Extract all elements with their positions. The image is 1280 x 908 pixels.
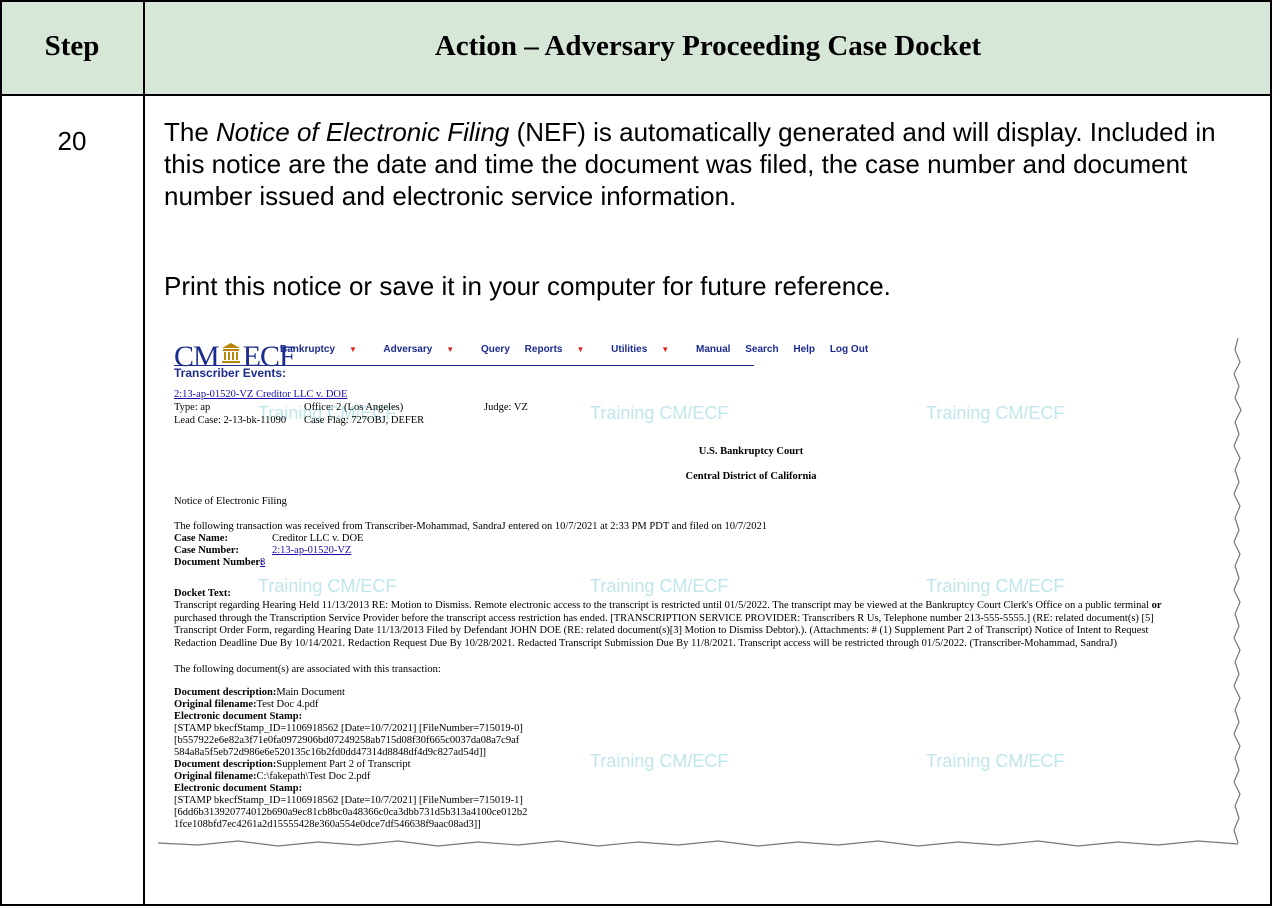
watermark: Training CM/ECF xyxy=(926,751,1065,771)
docket-text-label: Docket Text: xyxy=(174,588,231,599)
watermark: Training CM/ECF xyxy=(926,403,1065,423)
menu-bankruptcy[interactable]: Bankruptcy ▼ xyxy=(280,344,369,355)
watermark: Training CM/ECF xyxy=(590,576,729,596)
nef-italic-term: Notice of Electronic Filing xyxy=(216,117,510,147)
instruction-paragraph: The Notice of Electronic Filing (NEF) is… xyxy=(164,116,1254,212)
para-prefix: The xyxy=(164,117,217,147)
doc2-stamp-line: 1fce108bfd7ec4261a2d15555428e360a554e0dc… xyxy=(174,819,481,830)
dropdown-caret-icon: ▼ xyxy=(349,345,357,354)
case-office: Office: 2 (Los Angeles) xyxy=(304,402,404,413)
menu-logout[interactable]: Log Out xyxy=(830,344,868,355)
header-step: Step xyxy=(44,30,100,62)
dropdown-caret-icon: ▼ xyxy=(576,345,585,354)
page-title: Transcriber Events: xyxy=(174,366,287,380)
menu-search[interactable]: Search xyxy=(745,344,778,355)
lead-case: Lead Case: 2-13-bk-11090 xyxy=(174,415,287,426)
docket-line: purchased through the Transcription Serv… xyxy=(174,612,1154,624)
dropdown-caret-icon: ▼ xyxy=(661,345,670,354)
courthouse-icon xyxy=(221,338,241,363)
associated-docs-intro: The following document(s) are associated… xyxy=(174,664,441,675)
step-number: 20 xyxy=(57,126,87,156)
docket-line: Transcript regarding Hearing Held 11/13/… xyxy=(174,600,1162,611)
case-link[interactable]: 2:13-ap-01520-VZ Creditor LLC v. DOE xyxy=(174,388,347,401)
menu-adversary[interactable]: Adversary ▼ xyxy=(383,344,466,355)
menu-query[interactable]: Query xyxy=(481,344,510,355)
nef-screenshot: CM ECF Bankruptcy ▼ Adversary ▼ Query Repor… xyxy=(158,338,1244,853)
docket-text: Transcript regarding Hearing Held 11/13/… xyxy=(174,600,1234,650)
document-number-link[interactable]: 8 xyxy=(260,556,265,569)
docket-line: Redaction Deadline Due By 10/14/2021. Re… xyxy=(174,637,1118,649)
header-divider xyxy=(0,94,1272,96)
watermark: Training CM/ECF xyxy=(590,751,729,771)
nef-title: Notice of Electronic Filing xyxy=(174,496,287,507)
table-border-top xyxy=(0,0,1272,2)
case-type: Type: ap xyxy=(174,402,211,413)
procedure-table: Step Action – Adversary Proceeding Case … xyxy=(0,0,1272,906)
document-number-label: Document Number: xyxy=(174,557,264,568)
docket-line: Transcript Order Form, regarding Hearing… xyxy=(174,625,1149,637)
court-name: U.S. Bankruptcy Court xyxy=(698,446,804,457)
header-action: Action – Adversary Proceeding Case Docke… xyxy=(434,30,982,62)
table-border-right xyxy=(1270,0,1272,906)
torn-edge-bottom xyxy=(158,840,1239,847)
case-number-link[interactable]: 2:13-ap-01520-VZ xyxy=(272,544,351,557)
menu-reports[interactable]: Reports ▼ xyxy=(525,344,597,355)
case-flag: Case Flag: 727OBJ, DEFER xyxy=(304,415,425,426)
dropdown-caret-icon: ▼ xyxy=(446,345,455,354)
menu-utilities[interactable]: Utilities ▼ xyxy=(611,344,681,355)
menu-manual[interactable]: Manual xyxy=(696,344,730,355)
table-border-bottom xyxy=(0,904,1272,906)
ecf-menu-bar: Bankruptcy ▼ Adversary ▼ Query Reports ▼ Ut… xyxy=(280,344,880,355)
transaction-line: The following transaction was received f… xyxy=(174,521,768,532)
torn-edge-right xyxy=(1233,338,1242,844)
watermark: Training CM/ECF xyxy=(258,576,397,596)
case-judge: Judge: VZ xyxy=(484,402,528,413)
court-district: Central District of California xyxy=(685,471,817,482)
watermark: Training CM/ECF xyxy=(590,403,729,423)
watermark: Training CM/ECF xyxy=(926,576,1065,596)
print-instruction: Print this notice or save it in your com… xyxy=(164,271,891,301)
menu-help[interactable]: Help xyxy=(793,344,815,355)
